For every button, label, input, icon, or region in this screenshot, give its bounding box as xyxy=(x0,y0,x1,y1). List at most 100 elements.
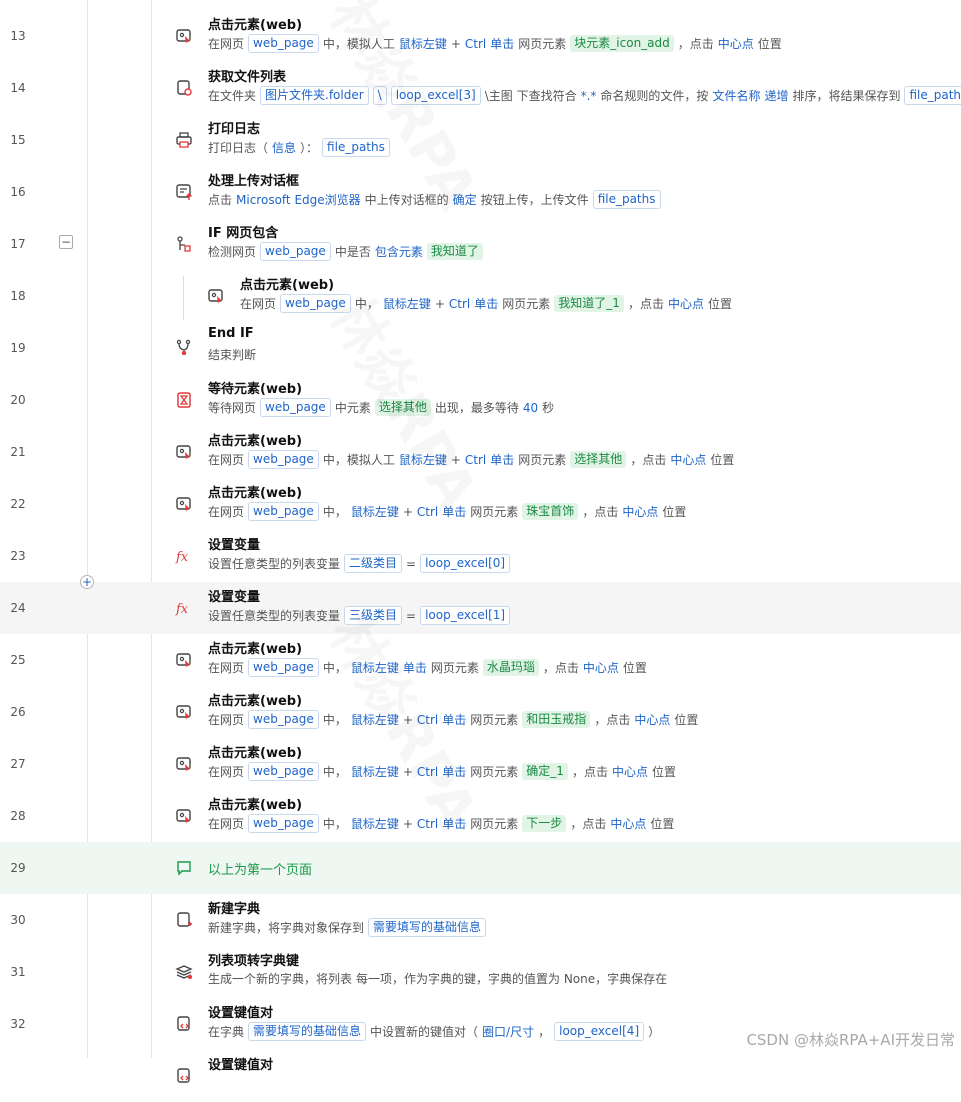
param-keyword[interactable]: 中心点 xyxy=(583,659,619,676)
param-keyword[interactable]: 鼠标左键 xyxy=(383,295,431,312)
variable-tag[interactable]: web_page xyxy=(248,814,319,833)
variable-tag[interactable]: loop_excel[4] xyxy=(554,1022,645,1041)
param-keyword[interactable]: 文件名称 xyxy=(712,87,760,104)
variable-tag[interactable]: loop_excel[0] xyxy=(420,554,511,573)
param-keyword[interactable]: 单击 xyxy=(403,659,427,676)
variable-tag[interactable]: web_page xyxy=(260,398,331,417)
element-tag[interactable]: 选择其他 xyxy=(374,399,431,416)
variable-tag[interactable]: web_page xyxy=(248,710,319,729)
param-keyword[interactable]: 鼠标左键 xyxy=(351,711,399,728)
param-keyword[interactable]: 中心点 xyxy=(634,711,670,728)
step-row[interactable]: 31 列表项转字典键 生成一个新的字典，将列表 每一项，作为字典的键，字典的值置为 N… xyxy=(0,946,961,998)
variable-tag[interactable]: \ xyxy=(372,86,387,105)
variable-tag[interactable]: file_paths xyxy=(904,86,961,105)
param-keyword[interactable]: 单击 xyxy=(442,763,466,780)
param-keyword[interactable]: 中心点 xyxy=(718,35,754,52)
param-keyword[interactable]: Ctrl xyxy=(417,505,438,519)
param-keyword[interactable]: Microsoft Edge浏览器 xyxy=(236,191,361,208)
step-row[interactable]: 24 fx 设置变量 设置任意类型的列表变量 三级类目 = loop_excel[1] xyxy=(0,582,961,634)
param-keyword[interactable]: Ctrl xyxy=(465,37,486,51)
variable-tag[interactable]: file_paths xyxy=(592,190,661,209)
step-row[interactable]: 22 点击元素(web) 在网页 web_page 中， 鼠标左键 + Ctrl 单击 网页元素珠… xyxy=(0,478,961,530)
element-tag[interactable]: 选择其他 xyxy=(570,451,627,468)
param-keyword[interactable]: 单击 xyxy=(490,451,514,468)
element-tag[interactable]: 下一步 xyxy=(522,815,567,832)
param-keyword[interactable]: 鼠标左键 xyxy=(399,35,447,52)
element-tag[interactable]: 确定_1 xyxy=(522,763,568,780)
variable-tag[interactable]: loop_excel[1] xyxy=(420,606,511,625)
element-tag[interactable]: 块元素_icon_add xyxy=(570,35,674,52)
param-keyword[interactable]: 单击 xyxy=(442,815,466,832)
param-keyword[interactable]: 确定 xyxy=(453,191,477,208)
step-row[interactable]: 18 点击元素(web) 在网页 web_page 中， 鼠标左键 + Ctrl 单击 网页元素我… xyxy=(0,270,961,322)
desc-text: 在网页 xyxy=(208,661,245,675)
param-keyword[interactable]: 鼠标左键 xyxy=(351,503,399,520)
step-row[interactable]: 27 点击元素(web) 在网页 web_page 中， 鼠标左键 + Ctrl 单击 网页元素确… xyxy=(0,738,961,790)
param-keyword[interactable]: Ctrl xyxy=(417,765,438,779)
element-tag[interactable]: 我知道了 xyxy=(426,243,483,260)
variable-tag[interactable]: 二级类目 xyxy=(344,554,403,573)
param-keyword[interactable]: Ctrl xyxy=(417,713,438,727)
step-row[interactable]: 30 新建字典 新建字典，将字典对象保存到 需要填写的基础信息 xyxy=(0,894,961,946)
param-keyword[interactable]: 包含元素 xyxy=(375,243,423,260)
step-row[interactable]: 26 点击元素(web) 在网页 web_page 中， 鼠标左键 + Ctrl 单击 网页元素和… xyxy=(0,686,961,738)
param-keyword[interactable]: 单击 xyxy=(474,295,498,312)
param-keyword[interactable]: 鼠标左键 xyxy=(399,451,447,468)
step-row[interactable]: 14 获取文件列表 在文件夹 图片文件夹.folder \ loop_excel[3] \主… xyxy=(0,62,961,114)
variable-tag[interactable]: 图片文件夹.folder xyxy=(260,86,369,105)
param-keyword[interactable]: Ctrl xyxy=(465,453,486,467)
desc-text: ， xyxy=(538,1025,551,1039)
element-tag[interactable]: 珠宝首饰 xyxy=(522,503,579,520)
variable-tag[interactable]: file_paths xyxy=(322,138,390,157)
step-row[interactable]: 15 打印日志 打印日志（ 信息 ）： file_paths xyxy=(0,114,961,166)
element-tag[interactable]: 我知道了_1 xyxy=(554,295,624,312)
step-row[interactable]: 17 − IF 网页包含 检测网页 web_page 中是否 包含元素 我知道了 xyxy=(0,218,961,270)
param-keyword[interactable]: 单击 xyxy=(442,711,466,728)
param-keyword[interactable]: 信息 xyxy=(272,139,296,156)
param-keyword[interactable]: 鼠标左键 xyxy=(351,659,399,676)
param-keyword[interactable]: *.* xyxy=(581,89,597,103)
desc-text: 中元素 xyxy=(334,401,371,415)
element-tag[interactable]: 水晶玛瑙 xyxy=(482,659,539,676)
param-keyword[interactable]: 中心点 xyxy=(668,295,704,312)
param-keyword[interactable]: 鼠标左键 xyxy=(351,815,399,832)
element-tag[interactable]: 和田玉戒指 xyxy=(522,711,591,728)
click-element-icon xyxy=(175,755,193,773)
param-keyword[interactable]: Ctrl xyxy=(449,297,470,311)
step-row[interactable]: 16 处理上传对话框 点击 Microsoft Edge浏览器 中上传对话框的 确定 按钮上… xyxy=(0,166,961,218)
step-row[interactable]: 20 等待元素(web) 等待网页 web_page 中元素 选择其他 出现，最多等待 40 秒 xyxy=(0,374,961,426)
insert-step-button[interactable]: + xyxy=(80,575,94,589)
step-row[interactable]: 25 点击元素(web) 在网页 web_page 中， 鼠标左键 单击 网页元素 水晶玛瑙 ，点… xyxy=(0,634,961,686)
step-row[interactable]: 29 以上为第一个页面 xyxy=(0,842,961,894)
variable-tag[interactable]: web_page xyxy=(260,242,331,261)
step-row[interactable]: 19 End IF 结束判断 xyxy=(0,322,961,374)
param-keyword[interactable]: 圈口/尺寸 xyxy=(482,1023,534,1040)
param-keyword[interactable]: 单击 xyxy=(442,503,466,520)
variable-tag[interactable]: web_page xyxy=(248,658,319,677)
variable-tag[interactable]: web_page xyxy=(248,34,319,53)
param-keyword[interactable]: 40 xyxy=(523,401,538,415)
step-row[interactable]: 23 fx 设置变量 设置任意类型的列表变量 二级类目 = loop_excel[0] xyxy=(0,530,961,582)
step-row[interactable]: 21 点击元素(web) 在网页 web_page 中，模拟人工 鼠标左键 + Ctrl 单击网… xyxy=(0,426,961,478)
desc-text: 网页元素 xyxy=(470,817,519,831)
variable-tag[interactable]: 需要填写的基础信息 xyxy=(368,918,487,937)
variable-tag[interactable]: web_page xyxy=(248,762,319,781)
param-keyword[interactable]: 中心点 xyxy=(610,815,646,832)
variable-tag[interactable]: web_page xyxy=(280,294,351,313)
variable-tag[interactable]: 三级类目 xyxy=(344,606,403,625)
variable-tag[interactable]: 需要填写的基础信息 xyxy=(248,1022,367,1041)
param-keyword[interactable]: 中心点 xyxy=(622,503,658,520)
variable-tag[interactable]: loop_excel[3] xyxy=(390,86,481,105)
param-keyword[interactable]: 中心点 xyxy=(670,451,706,468)
step-row[interactable]: 13 点击元素(web) 在网页 web_page 中，模拟人工 鼠标左键 + Ctrl 单击网… xyxy=(0,10,961,62)
variable-tag[interactable]: web_page xyxy=(248,502,319,521)
param-keyword[interactable]: Ctrl xyxy=(417,817,438,831)
step-row[interactable]: 28 点击元素(web) 在网页 web_page 中， 鼠标左键 + Ctrl 单击 网页元素下… xyxy=(0,790,961,842)
param-keyword[interactable]: 鼠标左键 xyxy=(351,763,399,780)
step-description: 设置任意类型的列表变量 三级类目 = loop_excel[1] xyxy=(208,606,511,625)
param-keyword[interactable]: 递增 xyxy=(764,87,788,104)
variable-tag[interactable]: web_page xyxy=(248,450,319,469)
param-keyword[interactable]: 中心点 xyxy=(612,763,648,780)
param-keyword[interactable]: 单击 xyxy=(490,35,514,52)
collapse-toggle[interactable]: − xyxy=(59,235,73,249)
